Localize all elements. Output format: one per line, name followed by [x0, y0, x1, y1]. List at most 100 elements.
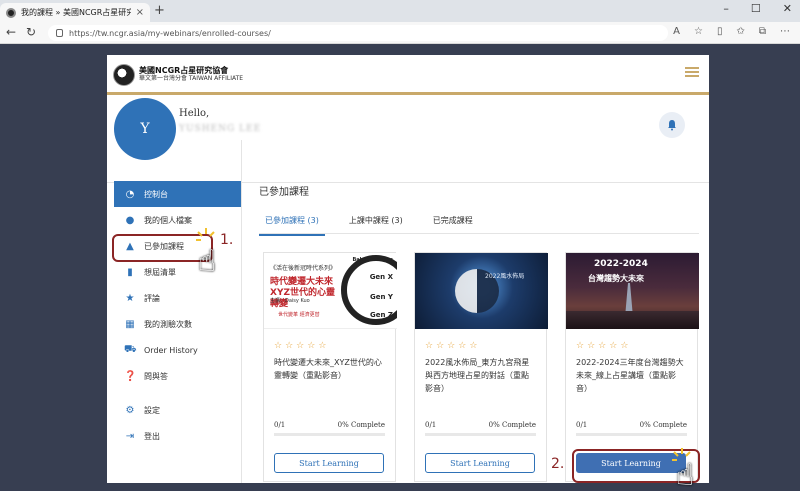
logout-icon: ⇥ [125, 430, 135, 442]
sidebar-item-qa[interactable]: ❓ 問與答 [114, 363, 241, 389]
sidebar-item-label: 我的測驗次數 [144, 319, 192, 329]
split-screen-icon[interactable]: ▯ [717, 26, 723, 37]
read-aloud-icon[interactable]: A [673, 26, 680, 37]
greeting-text: Hello, [179, 108, 210, 119]
thumb-speaker: 主講：Daisy Kuo [270, 298, 310, 304]
new-tab-button[interactable]: + [154, 3, 165, 18]
sidebar-item-wishlist[interactable]: ▮ 想屆清單 [114, 259, 241, 285]
sidebar: ◔ 控制台 ● 我的個人檔案 ▲ 已參加課程 ▮ 想屆清單 ★ 評論 ▦ 我的測… [112, 181, 241, 451]
star-outline-icon: ☆ [318, 341, 327, 351]
star-outline-icon: ☆ [436, 341, 445, 351]
more-icon[interactable]: ⋯ [780, 26, 790, 37]
gen-label: Gen Z [370, 311, 393, 319]
sidebar-item-dashboard[interactable]: ◔ 控制台 [114, 181, 241, 207]
rating-stars: ☆ ☆ ☆ ☆ ☆ [576, 341, 697, 351]
star-outline-icon: ☆ [469, 341, 478, 351]
rating-stars: ☆ ☆ ☆ ☆ ☆ [425, 341, 546, 351]
thumb-footer: 世代變革 經濟更替 [278, 312, 320, 318]
sidebar-item-label: 我的個人檔案 [144, 215, 192, 225]
cart-icon: ⛟ [124, 343, 137, 355]
sidebar-item-label: 登出 [144, 431, 160, 441]
refresh-icon[interactable]: ↻ [26, 25, 36, 39]
sidebar-item-label: Order History [144, 345, 198, 355]
sidebar-item-label: 已參加課程 [144, 241, 184, 251]
qa-icon: ❓ [124, 370, 137, 382]
pointing-hand-icon: ☝ [198, 244, 217, 279]
star-outline-icon: ☆ [285, 341, 294, 351]
step-2-label: 2. [551, 456, 565, 472]
progress-count: 0/1 [576, 421, 588, 429]
sidebar-item-order-history[interactable]: ⛟ Order History [114, 337, 241, 363]
site-favicon-icon [6, 7, 16, 18]
sidebar-item-label: 問與答 [144, 371, 168, 381]
tab-enrolled[interactable]: 已參加課程 (3) [259, 212, 325, 236]
start-learning-button[interactable]: Start Learning [425, 453, 535, 473]
thumb-year: 2022-2024 [594, 259, 648, 269]
gen-label: Baby Boomers [352, 257, 394, 263]
progress-bar [274, 433, 385, 436]
course-thumbnail[interactable]: 《活在後新冠時代系列》 時代變遷大未來 XYZ世代的心靈轉變 主講：Daisy … [264, 253, 397, 329]
course-title[interactable]: 2022風水佈局_東方九宮飛星與西方地理占星的對話（重點影音） [425, 357, 536, 405]
thumb-caption: 台灣趨勢大未來 [588, 274, 644, 283]
logo-subtitle: 華文第一台灣分會 TAIWAN AFFILIATE [139, 75, 244, 83]
user-icon: ● [125, 214, 135, 226]
dashboard-icon: ◔ [125, 188, 135, 200]
start-learning-button[interactable]: Start Learning [274, 453, 384, 473]
tab-completed[interactable]: 已完成課程 [427, 212, 479, 233]
tab-close-icon[interactable]: × [136, 7, 144, 18]
back-arrow-icon[interactable]: ← [6, 25, 16, 39]
sidebar-item-label: 評論 [144, 293, 160, 303]
star-outline-icon: ☆ [307, 341, 316, 351]
favorites-icon[interactable]: ✩ [736, 26, 744, 37]
sidebar-divider [241, 140, 242, 483]
close-window-icon[interactable]: ✕ [783, 2, 792, 15]
star-outline-icon: ☆ [587, 341, 596, 351]
notification-bell-icon[interactable] [659, 112, 685, 138]
sidebar-item-label: 想屆清單 [144, 267, 176, 277]
collections-icon[interactable]: ⧉ [759, 26, 766, 37]
site-header: 美國NCGR占星研究協會 華文第一台灣分會 TAIWAN AFFILIATE [107, 55, 709, 95]
progress-row: 0/1 0% Complete [425, 421, 536, 429]
sidebar-item-quiz-attempts[interactable]: ▦ 我的測驗次數 [114, 311, 241, 337]
favorite-star-icon[interactable]: ☆ [694, 26, 703, 37]
star-outline-icon: ☆ [576, 341, 585, 351]
gen-label: Gen X [369, 273, 393, 281]
sidebar-item-settings[interactable]: ⚙ 設定 [114, 397, 241, 423]
gen-label: Gen Y [370, 293, 393, 301]
profile-header: Y Hello, YUSHENG LEE [107, 98, 709, 183]
browser-tab-active[interactable]: 我的課程 » 美國NCGR占星研究協 × [0, 3, 150, 22]
progress-percent: 0% Complete [337, 421, 385, 429]
tab-active[interactable]: 上課中課程 (3) [343, 212, 409, 233]
course-title[interactable]: 2022-2024三年度台灣趨勢大未來_線上占星講壇（重點影音） [576, 357, 687, 405]
skyline-graphic-icon [566, 311, 699, 329]
star-outline-icon: ☆ [296, 341, 305, 351]
progress-bar [425, 433, 536, 436]
star-icon: ★ [125, 292, 135, 304]
thumb-caption: 2022風水佈局 [485, 273, 525, 280]
thumb-series: 《活在後新冠時代系列》 [270, 265, 337, 272]
username-text: YUSHENG LEE [179, 124, 262, 134]
graduation-cap-icon: ▲ [126, 240, 134, 252]
progress-bar [576, 433, 687, 436]
star-outline-icon: ☆ [274, 341, 283, 351]
hamburger-menu-icon[interactable] [685, 67, 699, 77]
course-title[interactable]: 時代變遷大未來_XYZ世代的心靈轉變（重點影音） [274, 357, 385, 405]
main-content: 已參加課程 已參加課程 (3) 上課中課程 (3) 已完成課程 《活在後新冠時代… [259, 183, 700, 483]
pointing-hand-icon: ☝ [676, 458, 695, 491]
star-outline-icon: ☆ [598, 341, 607, 351]
avatar: Y [114, 98, 176, 160]
sidebar-item-profile[interactable]: ● 我的個人檔案 [114, 207, 241, 233]
browser-tabbar: 我的課程 » 美國NCGR占星研究協 × + – ☐ ✕ [0, 0, 800, 22]
maximize-icon[interactable]: ☐ [751, 2, 761, 15]
sidebar-item-logout[interactable]: ⇥ 登出 [114, 423, 241, 449]
course-thumbnail[interactable]: 2022風水佈局 [415, 253, 548, 329]
address-bar[interactable]: https://tw.ncgr.asia/my-webinars/enrolle… [48, 25, 668, 41]
progress-percent: 0% Complete [488, 421, 536, 429]
browser-tab-title: 我的課程 » 美國NCGR占星研究協 [21, 8, 131, 17]
progress-percent: 0% Complete [639, 421, 687, 429]
sidebar-item-reviews[interactable]: ★ 評論 [114, 285, 241, 311]
course-thumbnail[interactable]: 2022-2024 台灣趨勢大未來 [566, 253, 699, 329]
progress-count: 0/1 [274, 421, 286, 429]
site-logo[interactable]: 美國NCGR占星研究協會 華文第一台灣分會 TAIWAN AFFILIATE [113, 60, 245, 90]
minimize-icon[interactable]: – [723, 2, 729, 15]
